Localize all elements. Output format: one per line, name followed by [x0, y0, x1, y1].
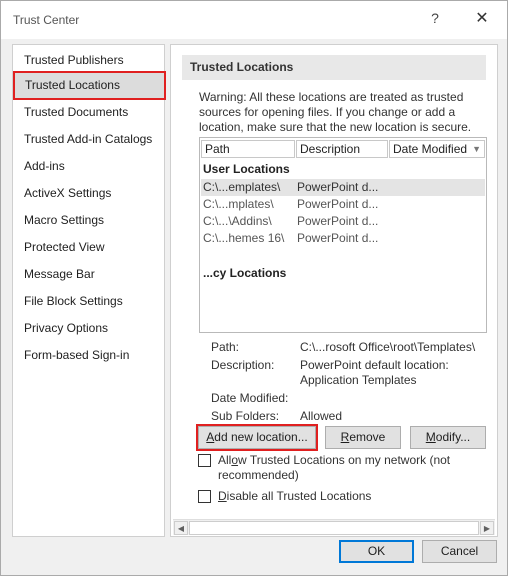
sidebar-item-protected-view[interactable]: Protected View: [13, 234, 164, 261]
sort-arrow-icon: ▼: [472, 144, 481, 154]
sidebar: Trusted Publishers Trusted Locations Tru…: [12, 44, 166, 537]
row-description: PowerPoint d...: [297, 180, 379, 194]
path-label: Path:: [211, 340, 240, 354]
remove-accelerator: R: [340, 430, 350, 444]
user-locations-group: User Locations: [203, 162, 290, 176]
date-modified-label: Date Modified:: [211, 391, 289, 405]
column-header-date-modified[interactable]: Date Modified ▼: [389, 140, 485, 158]
locations-table[interactable]: Path Description Date Modified ▼ User Lo…: [199, 137, 487, 333]
table-row[interactable]: C:\...emplates\ PowerPoint d...: [201, 179, 485, 196]
scroll-right-icon[interactable]: ▶: [480, 521, 494, 535]
scroll-left-icon[interactable]: ◀: [174, 521, 188, 535]
sidebar-item-activex-settings[interactable]: ActiveX Settings: [13, 180, 164, 207]
row-path: C:\...emplates\: [203, 180, 281, 194]
close-icon[interactable]: ✕: [471, 8, 493, 30]
disable-all-label[interactable]: Disable all Trusted Locations: [218, 489, 371, 504]
table-row[interactable]: C:\...hemes 16\ PowerPoint d...: [201, 230, 485, 247]
cancel-button[interactable]: Cancel: [422, 540, 497, 563]
add-label: dd new location...: [214, 430, 308, 444]
scroll-thumb[interactable]: [189, 521, 479, 535]
ok-button[interactable]: OK: [339, 540, 414, 563]
modify-label: odify...: [435, 430, 471, 444]
row-path: C:\...\Addins\: [203, 214, 272, 228]
table-row[interactable]: C:\...\Addins\ PowerPoint d...: [201, 213, 485, 230]
column-header-path[interactable]: Path: [201, 140, 295, 158]
add-new-location-button[interactable]: Add new location...: [196, 424, 318, 451]
description-value-line2: Application Templates: [300, 373, 417, 387]
row-description: PowerPoint d...: [297, 197, 379, 211]
table-row[interactable]: C:\...mplates\ PowerPoint d...: [201, 196, 485, 213]
section-title: Trusted Locations: [182, 55, 486, 80]
trust-center-dialog: Trust Center ? ✕ Trusted Publishers Trus…: [0, 0, 508, 576]
sub-folders-label: Sub Folders:: [211, 409, 280, 423]
remove-label: emove: [349, 430, 386, 444]
sidebar-item-macro-settings[interactable]: Macro Settings: [13, 207, 164, 234]
allow-network-checkbox[interactable]: [198, 454, 211, 467]
help-icon[interactable]: ?: [427, 10, 443, 30]
row-description: PowerPoint d...: [297, 214, 379, 228]
sidebar-item-trusted-add-in-catalogs[interactable]: Trusted Add-in Catalogs: [13, 126, 164, 153]
horizontal-scrollbar[interactable]: ◀ ▶: [173, 519, 495, 535]
disable-all-checkbox[interactable]: [198, 490, 211, 503]
sidebar-item-message-bar[interactable]: Message Bar: [13, 261, 164, 288]
row-description: PowerPoint d...: [297, 231, 379, 245]
sidebar-item-trusted-documents[interactable]: Trusted Documents: [13, 99, 164, 126]
title-bar: Trust Center ? ✕: [1, 1, 507, 39]
sidebar-item-file-block-settings[interactable]: File Block Settings: [13, 288, 164, 315]
sidebar-item-form-based-sign-in[interactable]: Form-based Sign-in: [13, 342, 164, 369]
row-path: C:\...hemes 16\: [203, 231, 285, 245]
path-value: C:\...rosoft Office\root\Templates\: [300, 340, 476, 354]
sidebar-item-trusted-locations[interactable]: Trusted Locations: [13, 71, 166, 100]
sidebar-item-privacy-options[interactable]: Privacy Options: [13, 315, 164, 342]
allow-network-label[interactable]: Allow Trusted Locations on my network (n…: [218, 453, 450, 483]
warning-text: Warning: All these locations are treated…: [199, 90, 472, 134]
remove-button[interactable]: Remove: [325, 426, 401, 449]
column-header-date-modified-label: Date Modified: [393, 142, 468, 156]
column-header-description[interactable]: Description: [296, 140, 388, 158]
description-label: Description:: [211, 358, 275, 372]
sidebar-item-add-ins[interactable]: Add-ins: [13, 153, 164, 180]
sidebar-item-trusted-publishers[interactable]: Trusted Publishers: [13, 47, 164, 74]
modify-button[interactable]: Modify...: [410, 426, 486, 449]
row-path: C:\...mplates\: [203, 197, 274, 211]
sub-folders-value: Allowed: [300, 409, 343, 423]
window-title: Trust Center: [13, 13, 80, 27]
main-panel: Trusted Locations Warning: All these loc…: [170, 44, 498, 537]
description-value-line1: PowerPoint default location:: [300, 358, 449, 372]
policy-locations-group: ...cy Locations: [203, 266, 287, 280]
modify-accelerator: M: [425, 430, 436, 444]
